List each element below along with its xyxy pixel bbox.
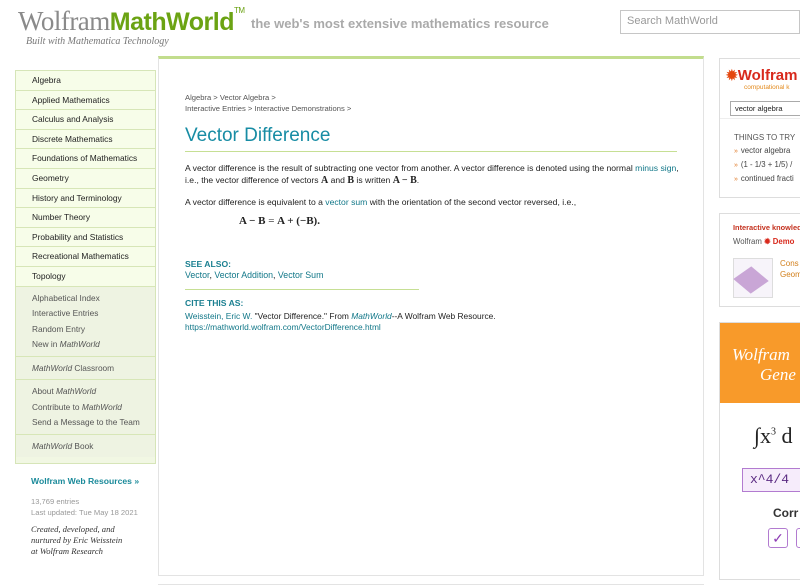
breadcrumb: Algebra > Vector Algebra > Interactive E… bbox=[185, 93, 352, 113]
title-divider bbox=[185, 151, 677, 152]
generator-title-1: Wolfram bbox=[732, 345, 790, 364]
citation-url[interactable]: https://mathworld.wolfram.com/VectorDiff… bbox=[185, 322, 496, 333]
last-updated: Last updated: Tue May 18 2021 bbox=[31, 508, 138, 517]
sidebar-item-calculus-and-analysis[interactable]: Calculus and Analysis bbox=[16, 110, 155, 130]
see-also-vector[interactable]: Vector bbox=[185, 270, 209, 280]
nav-mathworld-classroom[interactable]: MathWorld Classroom bbox=[16, 361, 155, 377]
wolfram-alpha-subtitle: computational k bbox=[744, 84, 790, 91]
nav-mathworld-book[interactable]: MathWorld Book bbox=[16, 439, 155, 455]
wolfram-alpha-logo[interactable]: ✹Wolfram bbox=[726, 67, 800, 84]
sidebar-item-algebra[interactable]: Algebra bbox=[16, 71, 155, 91]
site-logo[interactable]: WolframMathWorldTM bbox=[18, 6, 245, 37]
citation: Weisstein, Eric W. "Vector Difference." … bbox=[185, 311, 496, 333]
search-input[interactable]: Search MathWorld bbox=[620, 10, 800, 34]
see-also-vector-sum[interactable]: Vector Sum bbox=[278, 270, 323, 280]
integral-expression: ∫x3 d bbox=[754, 423, 793, 448]
breadcrumb-interactive-demonstrations[interactable]: Interactive Demonstrations bbox=[254, 104, 344, 113]
square-bullet-icon: » bbox=[734, 176, 738, 183]
footer-divider bbox=[158, 584, 704, 588]
wolfram-alpha-input[interactable]: vector algebra bbox=[730, 101, 800, 116]
page-title: Vector Difference bbox=[185, 125, 331, 146]
definition-paragraph: A vector difference is the result of sub… bbox=[185, 163, 679, 186]
nav-alphabetical-index[interactable]: Alphabetical Index bbox=[16, 291, 155, 307]
wolfram-star-icon: ✹ bbox=[726, 67, 738, 83]
logo-subtitle: Built with Mathematica Technology bbox=[26, 36, 169, 47]
try-item[interactable]: » continued fracti bbox=[720, 170, 800, 184]
entry-count: 13,769 entries bbox=[31, 497, 80, 506]
equation: A − B = A + (−B). bbox=[239, 215, 320, 227]
nav-contribute[interactable]: Contribute to MathWorld bbox=[16, 400, 155, 416]
minus-sign-link[interactable]: minus sign bbox=[635, 163, 676, 173]
see-also-vector-addition[interactable]: Vector Addition bbox=[214, 270, 273, 280]
checkbox-icon bbox=[796, 528, 800, 548]
sidebar-item-history-and-terminology[interactable]: History and Terminology bbox=[16, 188, 155, 209]
wolfram-web-resources-link[interactable]: Wolfram Web Resources » bbox=[31, 476, 139, 486]
see-also-label: SEE ALSO: bbox=[185, 259, 231, 269]
square-bullet-icon: » bbox=[734, 162, 738, 169]
demonstrations-icon: ✹ bbox=[764, 237, 773, 246]
topic-list: Algebra Applied Mathematics Calculus and… bbox=[16, 71, 155, 287]
sidebar-item-foundations-of-mathematics[interactable]: Foundations of Mathematics bbox=[16, 149, 155, 169]
wolfram-problem-generator-ad[interactable]: Wolfram Gene ∫x3 d x^4/4 Corr ✓ bbox=[719, 322, 800, 580]
sidebar-item-applied-mathematics[interactable]: Applied Mathematics bbox=[16, 90, 155, 111]
mathworld-cite-link[interactable]: MathWorld bbox=[351, 311, 392, 321]
tagline: the web's most extensive mathematics res… bbox=[251, 16, 549, 31]
answer-field: x^4/4 bbox=[742, 468, 800, 492]
generator-title-2: Gene bbox=[760, 365, 796, 384]
try-item[interactable]: » vector algebra bbox=[720, 142, 800, 156]
interactive-knowledge-heading: Interactive knowled bbox=[733, 223, 800, 232]
sidebar-nav: Algebra Applied Mathematics Calculus and… bbox=[15, 70, 156, 464]
sidebar-item-topology[interactable]: Topology bbox=[16, 266, 155, 287]
things-to-try-heading: THINGS TO TRY bbox=[734, 133, 796, 142]
correct-label: Corr bbox=[773, 506, 799, 520]
nav-send-message[interactable]: Send a Message to the Team bbox=[16, 415, 155, 431]
vector-sum-link[interactable]: vector sum bbox=[325, 197, 367, 207]
site-stats: 13,769 entries Last updated: Tue May 18 … bbox=[31, 496, 138, 518]
nav-section-classroom: MathWorld Classroom bbox=[16, 356, 155, 381]
sidebar-item-number-theory[interactable]: Number Theory bbox=[16, 208, 155, 228]
sidebar-item-discrete-mathematics[interactable]: Discrete Mathematics bbox=[16, 129, 155, 150]
interactive-knowledge-widget: Interactive knowled Wolfram ✹ Demo Cons … bbox=[719, 213, 800, 307]
sidebar-item-recreational-mathematics[interactable]: Recreational Mathematics bbox=[16, 247, 155, 267]
demonstration-thumbnail[interactable] bbox=[733, 258, 773, 298]
sidebar-item-probability-and-statistics[interactable]: Probability and Statistics bbox=[16, 227, 155, 248]
wolfram-alpha-widget: ✹Wolfram computational k vector algebra … bbox=[719, 58, 800, 198]
breadcrumb-vector-algebra[interactable]: Vector Algebra bbox=[220, 93, 269, 102]
cite-label: CITE THIS AS: bbox=[185, 298, 244, 308]
nav-new-in-mathworld[interactable]: New in MathWorld bbox=[16, 337, 155, 353]
see-also-links: Vector, Vector Addition, Vector Sum bbox=[185, 270, 324, 280]
equivalence-paragraph: A vector difference is equivalent to a v… bbox=[185, 197, 577, 207]
nav-random-entry[interactable]: Random Entry bbox=[16, 322, 155, 338]
demonstration-link[interactable]: Cons Geom bbox=[780, 258, 800, 280]
nav-section-book: MathWorld Book bbox=[16, 434, 155, 458]
nav-section-browse: Alphabetical Index Interactive Entries R… bbox=[16, 286, 155, 357]
wolfram-demonstrations-label[interactable]: Wolfram ✹ Demo bbox=[720, 232, 800, 246]
site-credit: Created, developed, and nurtured by Eric… bbox=[31, 524, 123, 556]
try-item[interactable]: » (1 - 1/3 + 1/5) / bbox=[720, 156, 800, 170]
breadcrumb-algebra[interactable]: Algebra bbox=[185, 93, 211, 102]
site-header: WolframMathWorldTM Built with Mathematic… bbox=[0, 0, 800, 50]
check-icon: ✓ bbox=[768, 528, 788, 548]
nav-interactive-entries[interactable]: Interactive Entries bbox=[16, 306, 155, 322]
square-bullet-icon: » bbox=[734, 148, 738, 155]
cite-divider bbox=[185, 289, 419, 290]
article-panel: Algebra > Vector Algebra > Interactive E… bbox=[158, 56, 704, 576]
author-link[interactable]: Weisstein, Eric W. bbox=[185, 311, 252, 321]
breadcrumb-interactive-entries[interactable]: Interactive Entries bbox=[185, 104, 246, 113]
nav-section-about: About MathWorld Contribute to MathWorld … bbox=[16, 380, 155, 435]
nav-about-mathworld[interactable]: About MathWorld bbox=[16, 384, 155, 400]
sidebar-item-geometry[interactable]: Geometry bbox=[16, 168, 155, 189]
